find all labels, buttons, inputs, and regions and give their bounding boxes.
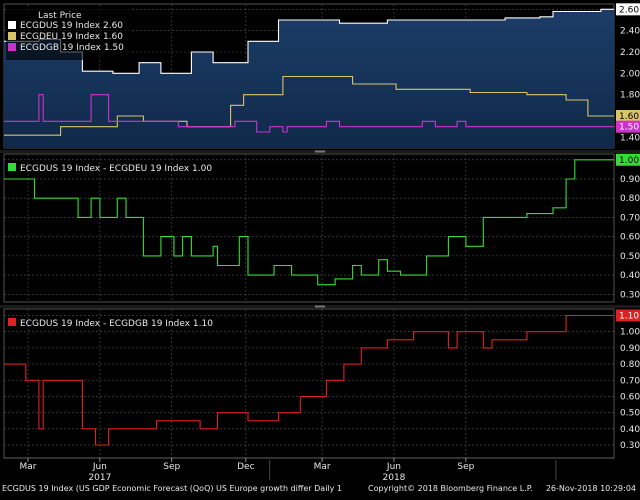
panel-1-y-tick-label: 1.80 xyxy=(620,91,640,101)
panel-3-y-tick-label: 1.00 xyxy=(620,328,640,338)
legend-entry: ECGDEU 19 Index 1.60 xyxy=(20,32,123,42)
panel-2-y-tick-label: 0.50 xyxy=(620,252,640,262)
last-value-badge-label: 1.00 xyxy=(619,156,639,166)
panel-2-y-tick-label: 0.40 xyxy=(620,271,640,281)
legend-swatch xyxy=(8,43,16,51)
panel-3-y-tick-label: 0.60 xyxy=(620,392,640,402)
panel-2-y-tick-label: 0.90 xyxy=(620,175,640,185)
footer-left: ECGDUS 19 Index (US GDP Economic Forecas… xyxy=(2,484,342,493)
legend-swatch xyxy=(8,21,16,29)
legend-swatch xyxy=(8,163,16,171)
footer-timestamp: 26-Nov-2018 10:29:04 xyxy=(545,484,636,493)
legend-entry: ECGDUS 19 Index - ECGDEU 19 Index 1.00 xyxy=(20,164,212,174)
panel-2-y-tick-label: 0.80 xyxy=(620,194,640,204)
x-tick-label: Sep xyxy=(163,462,180,472)
legend-entry: ECGDGB 19 Index 1.50 xyxy=(20,43,124,53)
divider-grip-icon[interactable] xyxy=(315,150,325,153)
x-tick-label: Jun xyxy=(92,462,107,472)
panel-1-y-tick-label: 2.00 xyxy=(620,69,640,79)
x-tick-label: Mar xyxy=(19,462,36,472)
panel-1-y-tick-label: 2.20 xyxy=(620,48,640,58)
legend-entry: ECGDUS 19 Index 2.60 xyxy=(20,21,123,31)
x-tick-label: Mar xyxy=(314,462,331,472)
legend-swatch xyxy=(8,32,16,40)
panel-3-y-tick-label: 0.30 xyxy=(620,441,640,451)
panel-2-background xyxy=(0,154,640,302)
panel-1-y-tick-label: 1.40 xyxy=(620,133,640,143)
panel-3-y-tick-label: 0.70 xyxy=(620,376,640,386)
last-value-badge-label: 1.60 xyxy=(619,112,639,122)
panel-3-y-tick-label: 0.80 xyxy=(620,360,640,370)
chart-canvas: 1.401.601.802.002.202.402.602.601.601.50… xyxy=(0,3,640,483)
panel-3-y-tick-label: 0.50 xyxy=(620,409,640,419)
last-value-badge-label: 1.10 xyxy=(619,311,639,321)
legend-entry: ECGDUS 19 Index - ECGDGB 19 Index 1.10 xyxy=(20,319,213,329)
bloomberg-chart-window: 1.401.601.802.002.202.402.602.601.601.50… xyxy=(0,0,640,496)
x-tick-label: Sep xyxy=(457,462,474,472)
panel-3-y-tick-label: 0.90 xyxy=(620,344,640,354)
x-tick-label: Dec xyxy=(237,462,254,472)
x-tick-label: Jun xyxy=(386,462,401,472)
panel-2-y-tick-label: 0.30 xyxy=(620,290,640,300)
panel-1-y-tick-label: 2.40 xyxy=(620,27,640,37)
divider-grip-icon[interactable] xyxy=(315,305,325,308)
last-value-badge-label: 2.60 xyxy=(619,5,639,15)
panel-2-y-tick-label: 0.60 xyxy=(620,233,640,243)
panel-2-y-tick-label: 0.70 xyxy=(620,213,640,223)
last-value-badge-label: 1.50 xyxy=(619,123,639,133)
legend-swatch xyxy=(8,318,16,326)
panel-3-y-tick-label: 0.40 xyxy=(620,425,640,435)
legend-title: Last Price xyxy=(38,11,82,21)
footer-bar: ECGDUS 19 Index (US GDP Economic Forecas… xyxy=(0,482,640,496)
footer-copyright: Copyright© 2018 Bloomberg Finance L.P. xyxy=(368,484,533,493)
